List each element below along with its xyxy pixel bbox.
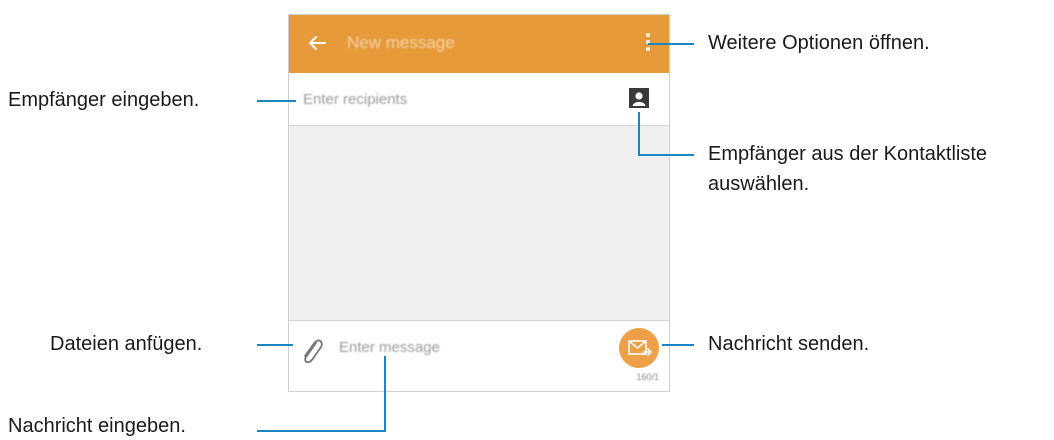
leader-line-message-vertical: [384, 356, 386, 432]
leader-line-attach: [257, 344, 293, 346]
message-compose-screen: New message Enter recipients Enter messa…: [288, 14, 670, 392]
paperclip-icon[interactable]: [297, 335, 325, 369]
callout-send-message: Nachricht senden.: [708, 333, 870, 355]
contact-picker-icon[interactable]: [629, 88, 649, 108]
leader-line-more-options: [648, 43, 694, 45]
leader-line-recipients: [257, 100, 296, 102]
character-counter: 160/1: [636, 372, 659, 382]
compose-bar: Enter message 160/1: [289, 320, 669, 391]
message-thread-area: [289, 126, 669, 320]
app-bar: New message: [289, 15, 669, 73]
back-arrow-icon[interactable]: [303, 29, 331, 57]
callout-attach-files: Dateien anfügen.: [50, 333, 203, 355]
message-input[interactable]: Enter message: [339, 339, 440, 356]
envelope-send-icon: [628, 340, 652, 356]
leader-line-contacts-horizontal: [638, 154, 694, 156]
leader-line-contacts-vertical: [638, 112, 640, 156]
recipients-field[interactable]: Enter recipients: [289, 73, 669, 126]
app-bar-title: New message: [347, 33, 455, 52]
send-button[interactable]: [619, 328, 659, 368]
leader-line-message-horizontal: [257, 430, 386, 432]
callout-pick-contacts-line2: auswählen.: [708, 173, 810, 195]
callout-enter-recipients: Empfänger eingeben.: [8, 89, 200, 111]
callout-enter-message: Nachricht eingeben.: [8, 415, 186, 437]
recipients-placeholder: Enter recipients: [303, 91, 408, 108]
callout-more-options: Weitere Optionen öffnen.: [708, 32, 930, 54]
leader-line-send: [662, 344, 694, 346]
callout-pick-contacts-line1: Empfänger aus der Kontaktliste: [708, 143, 988, 165]
